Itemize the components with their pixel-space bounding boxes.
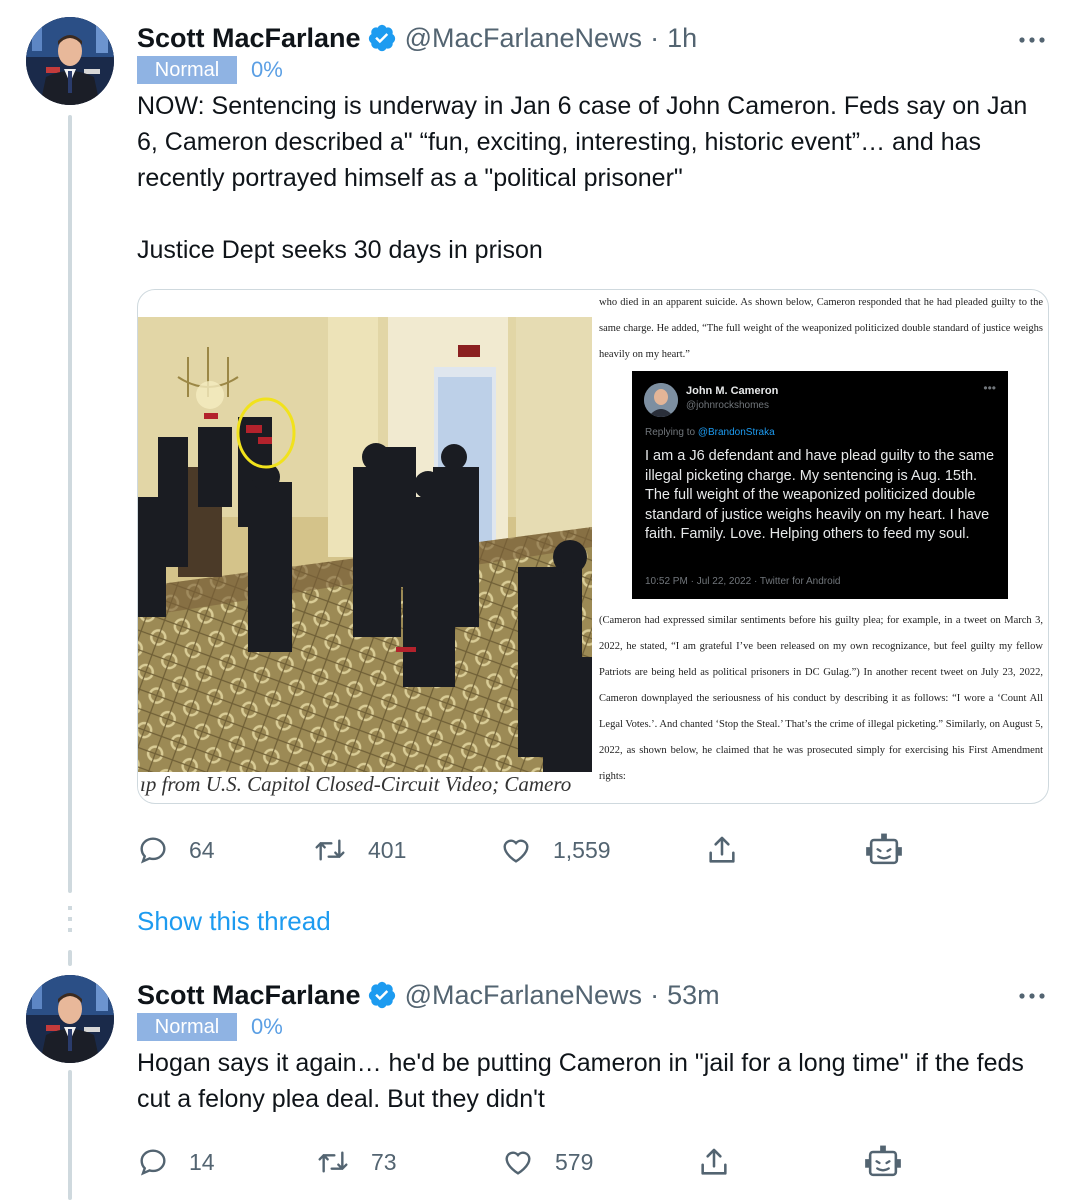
reply-count: 14 <box>189 1148 215 1175</box>
display-name[interactable]: Scott MacFarlane <box>137 980 361 1011</box>
avatar[interactable] <box>26 975 114 1063</box>
embedded-meta: 10:52 PM · Jul 22, 2022 · Twitter for An… <box>645 576 841 587</box>
timestamp[interactable]: 1h <box>667 23 697 54</box>
bot-button[interactable] <box>863 1142 923 1182</box>
separator: · <box>650 22 660 53</box>
verified-badge-icon <box>368 981 395 1009</box>
more-horizontal-icon[interactable] <box>1016 24 1048 56</box>
reply-button[interactable]: 64 <box>137 830 215 870</box>
like-count: 579 <box>555 1148 594 1175</box>
reply-prefix: Replying to <box>645 427 696 438</box>
verified-badge-icon <box>368 24 395 52</box>
like-button[interactable]: 1,559 <box>499 830 611 870</box>
retweet-icon <box>318 1151 348 1173</box>
like-count: 1,559 <box>553 836 611 863</box>
rating-row: Normal 0% <box>137 56 283 84</box>
photo-caption: ıp from U.S. Capitol Closed-Circuit Vide… <box>138 772 594 802</box>
heart-icon <box>505 1151 531 1175</box>
embedded-reply-context: Replying to @BrandonStraka <box>645 427 775 438</box>
embedded-name: John M. Cameron <box>686 385 779 397</box>
reply-bubble-icon <box>140 837 166 864</box>
reply-bubble-icon <box>140 1149 166 1176</box>
reply-button[interactable]: 14 <box>137 1142 215 1182</box>
embedded-more-icon: ••• <box>983 381 996 395</box>
embedded-handle: @johnrockshomes <box>686 400 769 411</box>
badge-percent: 0% <box>251 1014 283 1039</box>
tweet-text-paragraph: Justice Dept seeks 30 days in prison <box>137 236 543 264</box>
display-name[interactable]: Scott MacFarlane <box>137 23 361 54</box>
bot-button[interactable] <box>864 830 924 870</box>
tweet-text: NOW: Sentencing is underway in Jan 6 cas… <box>137 88 1052 268</box>
avatar[interactable] <box>26 17 114 105</box>
embedded-avatar <box>644 383 678 417</box>
media-attachment[interactable]: ıp from U.S. Capitol Closed-Circuit Vide… <box>137 289 1049 804</box>
show-thread-link[interactable]: Show this thread <box>137 906 331 937</box>
like-button[interactable]: 579 <box>501 1142 593 1182</box>
share-upload-icon <box>701 1148 727 1175</box>
retweet-count: 73 <box>371 1148 397 1175</box>
document-paragraph: (Cameron had expressed similar sentiment… <box>599 615 1043 782</box>
retweet-button[interactable]: 73 <box>315 1142 397 1182</box>
embedded-text: I am a J6 defendant and have plead guilt… <box>645 448 995 543</box>
retweet-button[interactable]: 401 <box>312 830 406 870</box>
retweet-icon <box>315 839 345 861</box>
more-horizontal-icon[interactable] <box>1016 980 1048 1012</box>
tweet-text-paragraph: NOW: Sentencing is underway in Jan 6 cas… <box>137 92 1028 192</box>
separator: · <box>650 979 660 1010</box>
robot-icon <box>866 833 902 865</box>
share-button[interactable] <box>697 1142 751 1182</box>
thread-line <box>68 1070 72 1200</box>
reply-count: 64 <box>189 836 215 863</box>
robot-icon <box>865 1145 901 1177</box>
reply-to-handle: @BrandonStraka <box>697 427 775 438</box>
tweet-actions: 14 73 579 <box>137 1142 917 1182</box>
thread-line <box>68 950 72 966</box>
tweet-header: Scott MacFarlane @MacFarlaneNews · 1h <box>137 18 1054 58</box>
tweet-text-paragraph: Hogan says it again… he'd be putting Cam… <box>137 1049 1024 1113</box>
handle[interactable]: @MacFarlaneNews <box>405 980 642 1011</box>
share-upload-icon <box>709 836 735 863</box>
tweet-text: Hogan says it again… he'd be putting Cam… <box>137 1045 1052 1117</box>
tweet-actions: 64 401 1,559 <box>137 830 917 870</box>
document-paragraph: who died in an apparent suicide. As show… <box>599 297 1043 360</box>
court-document: who died in an apparent suicide. As show… <box>599 290 1048 803</box>
thread-line <box>68 115 72 893</box>
badge-percent: 0% <box>251 57 283 82</box>
status-badge: Normal <box>137 56 237 84</box>
embedded-tweet: John M. Cameron @johnrockshomes ••• Repl… <box>632 371 1008 599</box>
capitol-cctv-photo <box>138 317 592 774</box>
share-button[interactable] <box>705 830 759 870</box>
handle[interactable]: @MacFarlaneNews <box>405 23 642 54</box>
tweet-header: Scott MacFarlane @MacFarlaneNews · 53m <box>137 975 1054 1015</box>
heart-icon <box>503 839 529 863</box>
status-badge: Normal <box>137 1013 237 1041</box>
rating-row: Normal 0% <box>137 1013 283 1041</box>
timestamp[interactable]: 53m <box>667 980 720 1011</box>
retweet-count: 401 <box>368 836 407 863</box>
thread-dots <box>68 906 72 936</box>
